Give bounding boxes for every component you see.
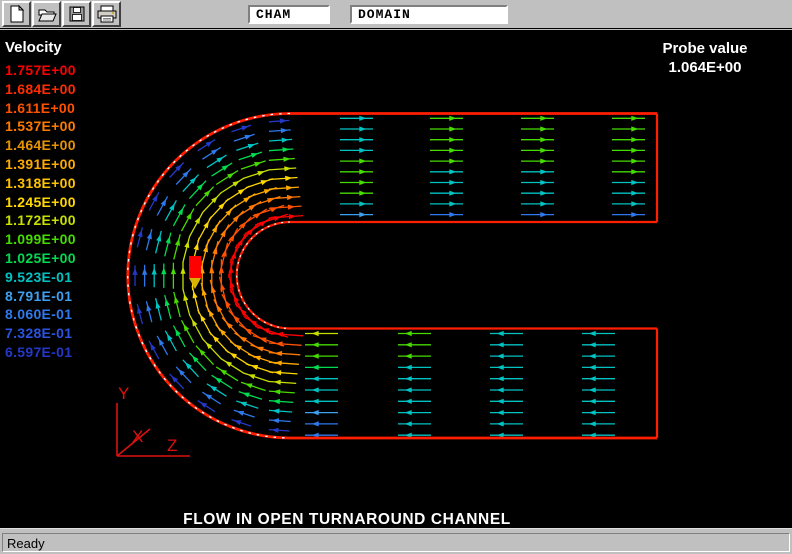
probe-marker[interactable] [189,256,201,289]
probe-value: 1.064E+00 [640,59,770,76]
legend-entry: 9.523E-01 [5,268,76,287]
legend-entry: 1.391E+00 [5,155,76,174]
open-folder-icon [37,4,57,24]
legend-entry: 8.060E-01 [5,305,76,324]
velocity-legend: Velocity 1.757E+001.684E+001.611E+001.53… [5,39,76,362]
legend-entry: 7.328E-01 [5,324,76,343]
legend-entry: 1.025E+00 [5,249,76,268]
status-bar: Ready [0,528,792,554]
z-axis-label: Z [167,436,177,455]
axes-triad [117,403,190,456]
legend-entry: 8.791E-01 [5,287,76,306]
toolbar [0,0,792,29]
new-page-icon [7,4,27,24]
print-button[interactable] [92,1,121,27]
legend-entry: 6.597E-01 [5,343,76,362]
probe-readout: Probe value 1.064E+00 [640,40,770,76]
plot-title: FLOW IN OPEN TURNAROUND CHANNEL [0,511,694,529]
legend-entry: 1.611E+00 [5,99,76,118]
domain-input[interactable] [350,5,508,24]
legend-entry: 1.172E+00 [5,211,76,230]
legend-entries: 1.757E+001.684E+001.611E+001.537E+001.46… [5,61,76,362]
legend-entry: 1.245E+00 [5,193,76,212]
legend-entry: 1.464E+00 [5,136,76,155]
save-file-button[interactable] [62,1,91,27]
open-file-button[interactable] [32,1,61,27]
legend-entry: 1.757E+00 [5,61,76,80]
legend-title: Velocity [5,39,76,56]
legend-entry: 1.099E+00 [5,230,76,249]
plot-canvas[interactable]: Y X Z Velocity 1.757E+001.684E+001.611E+00… [0,30,792,528]
x-axis-label: X [132,427,143,446]
vector-plot[interactable]: Y X Z [0,30,792,528]
case-input[interactable] [248,5,330,24]
probe-value-label: Probe value [640,40,770,57]
legend-entry: 1.684E+00 [5,80,76,99]
y-axis-label: Y [118,384,129,403]
legend-entry: 1.537E+00 [5,117,76,136]
vector-field-svg[interactable]: Y X Z [0,30,792,528]
save-floppy-icon [67,4,87,24]
status-text: Ready [2,533,790,552]
printer-icon [96,4,118,24]
legend-entry: 1.318E+00 [5,174,76,193]
new-file-button[interactable] [2,1,31,27]
